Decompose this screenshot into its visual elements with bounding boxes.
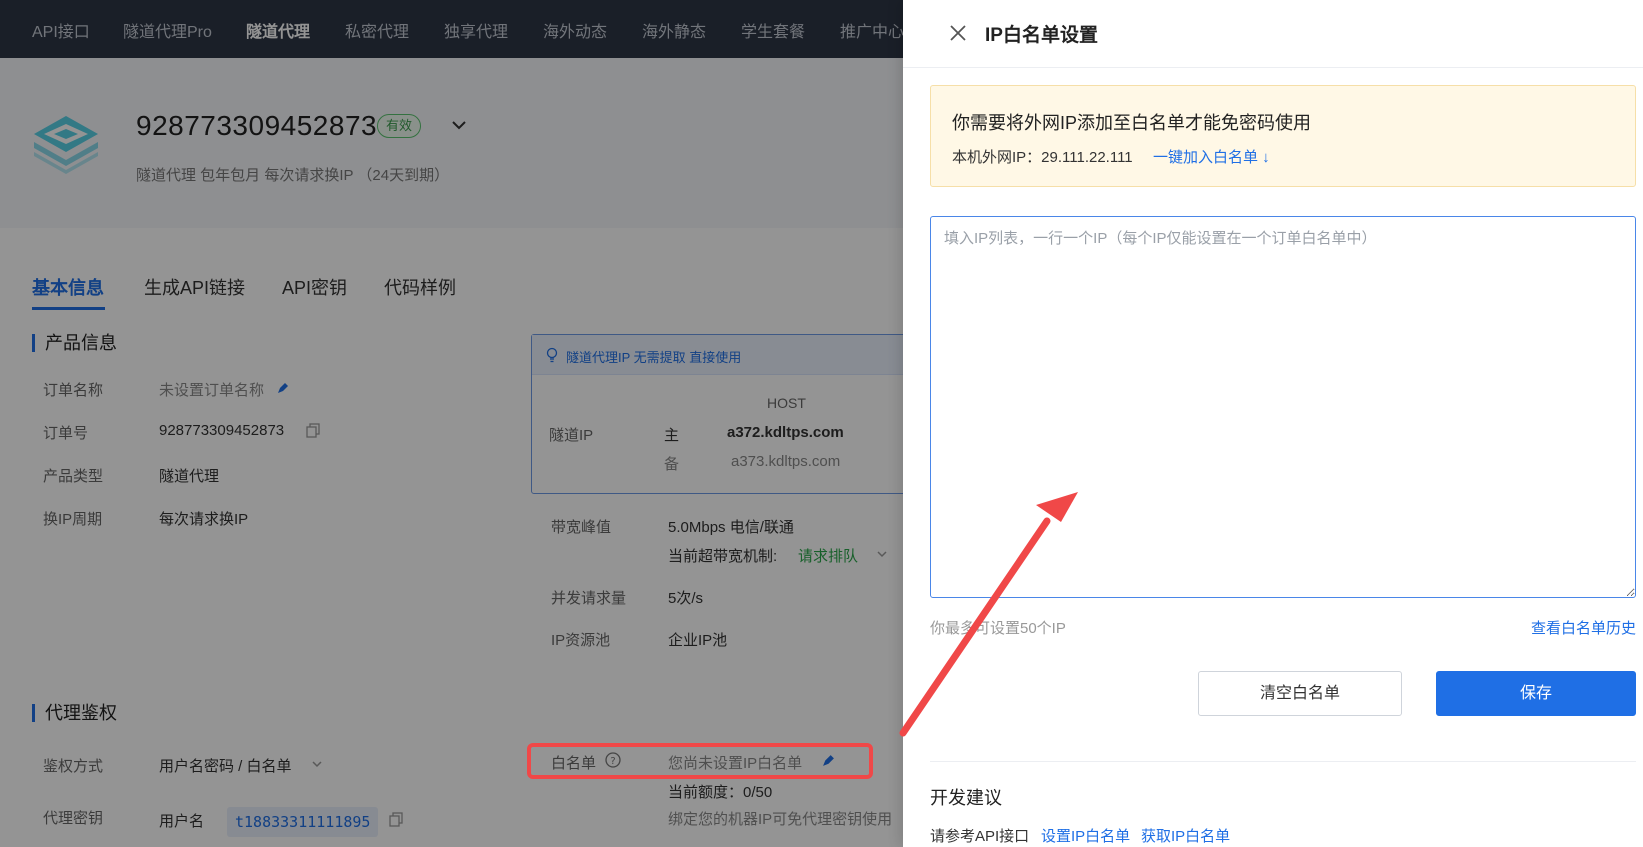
ip-list-textarea[interactable] [930,216,1636,598]
modal-overlay[interactable] [0,0,903,847]
highlight-box [527,743,873,779]
drawer-title: IP白名单设置 [985,25,1098,46]
whitelist-drawer: IP白名单设置 你需要将外网IP添加至白名单才能免密码使用 本机外网IP：29.… [903,0,1643,847]
save-button[interactable]: 保存 [1436,671,1636,716]
dev-suggestion-prefix: 请参考API接口 [930,828,1030,845]
limit-note: 你最多可设置50个IP [930,620,1066,637]
drawer-header: IP白名单设置 [903,0,1643,68]
notice-title: 你需要将外网IP添加至白名单才能免密码使用 [952,113,1312,133]
close-icon[interactable] [947,22,969,44]
dev-suggestion-title: 开发建议 [930,788,1002,808]
get-whitelist-api-link[interactable]: 获取IP白名单 [1141,825,1230,846]
add-to-whitelist-link[interactable]: 一键加入白名单 ↓ [1153,146,1270,167]
whitelist-history-link[interactable]: 查看白名单历史 [1531,617,1636,638]
clear-whitelist-button[interactable]: 清空白名单 [1198,671,1402,716]
divider [930,761,1636,762]
local-ip-label: 本机外网IP：29.111.22.111 [952,149,1133,166]
notice-box: 你需要将外网IP添加至白名单才能免密码使用 本机外网IP：29.111.22.1… [930,85,1636,187]
set-whitelist-api-link[interactable]: 设置IP白名单 [1041,825,1130,846]
